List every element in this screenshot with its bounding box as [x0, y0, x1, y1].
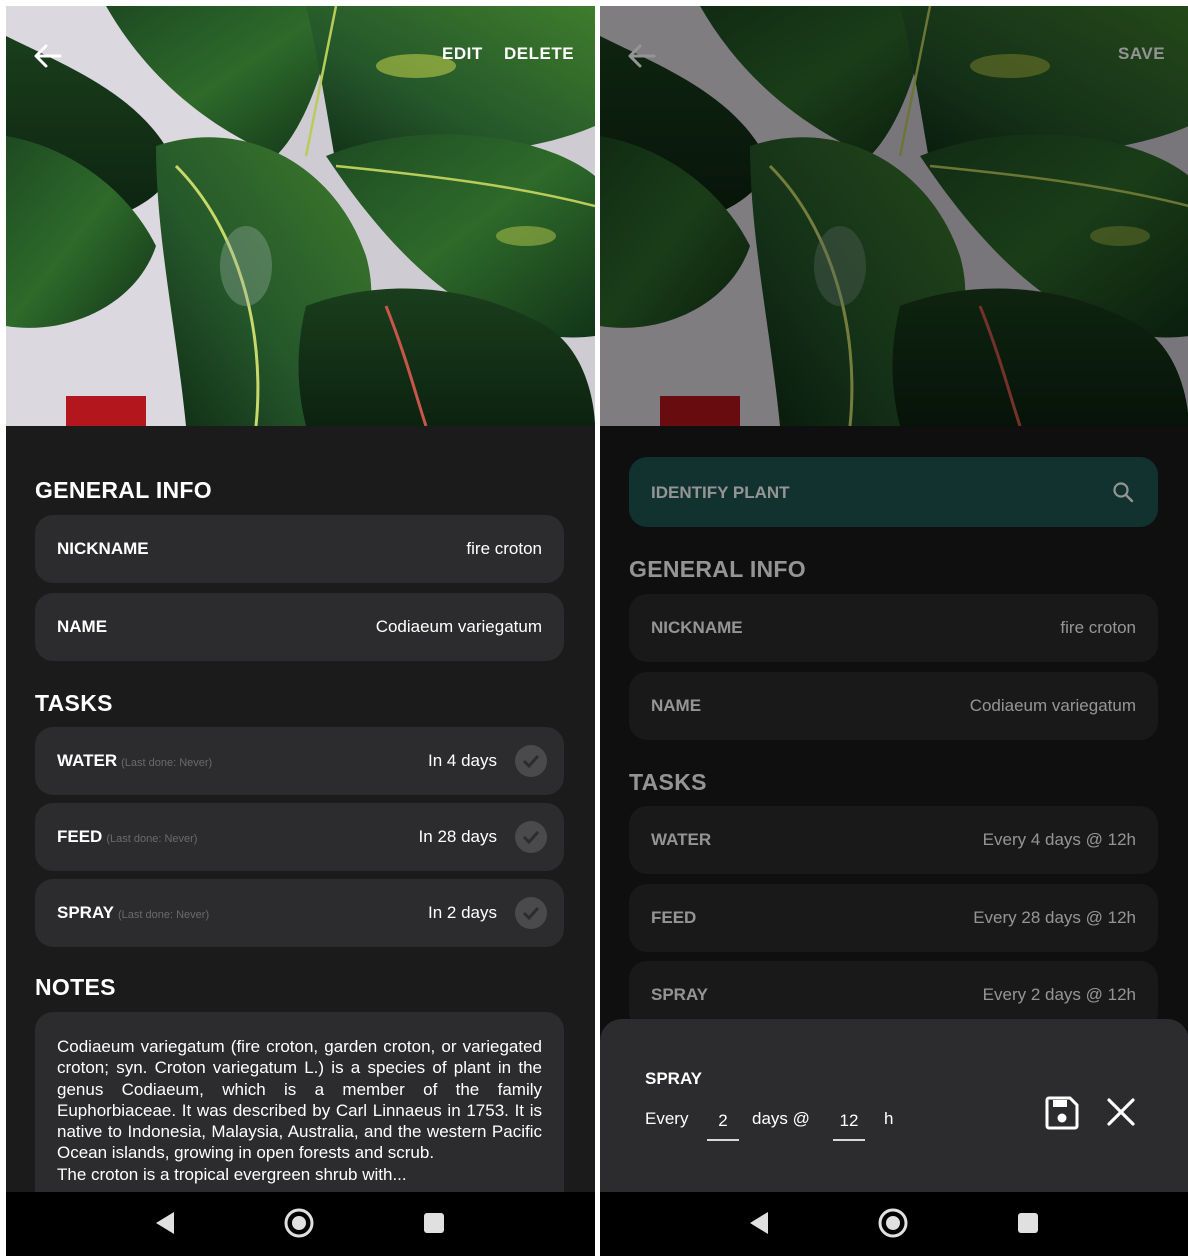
task-row-feed[interactable]: FEED (Last done: Never) In 28 days	[35, 803, 564, 871]
check-circle-icon[interactable]	[515, 745, 547, 777]
plant-edit-screen: SAVE IDENTIFY PLANT GENERAL INFO NICKNAM…	[600, 6, 1188, 1256]
delete-button[interactable]: DELETE	[504, 44, 574, 64]
task-label: SPRAY	[651, 985, 709, 1004]
nickname-label: NICKNAME	[651, 618, 743, 637]
nickname-row[interactable]: NICKNAME fire croton	[629, 594, 1158, 662]
check-circle-icon[interactable]	[515, 821, 547, 853]
nav-recents-icon[interactable]	[423, 1212, 445, 1239]
task-label: SPRAY	[57, 903, 115, 922]
floppy-disk-icon[interactable]	[1044, 1095, 1080, 1136]
hour-label: h	[884, 1109, 894, 1128]
notes-body-more: The croton is a tropical evergreen shrub…	[57, 1164, 407, 1184]
task-last-done: (Last done: Never)	[121, 757, 213, 769]
system-nav-bar	[6, 1192, 595, 1256]
name-label: NAME	[651, 696, 702, 715]
task-due: In 2 days	[428, 903, 497, 922]
edit-button[interactable]: EDIT	[442, 44, 483, 64]
task-label: WATER	[57, 751, 118, 770]
back-arrow-icon[interactable]	[624, 38, 660, 74]
days-input[interactable]: 2	[707, 1105, 739, 1141]
task-row-feed[interactable]: FEED Every 28 days @ 12h	[629, 884, 1158, 952]
task-row-water[interactable]: WATER Every 4 days @ 12h	[629, 806, 1158, 874]
nickname-row[interactable]: NICKNAME fire croton	[35, 515, 564, 583]
general-info-heading: GENERAL INFO	[629, 556, 806, 582]
nav-home-icon[interactable]	[878, 1208, 908, 1243]
name-value: Codiaeum variegatum	[969, 696, 1136, 715]
notes-heading: NOTES	[35, 974, 116, 1000]
name-row[interactable]: NAME Codiaeum variegatum	[35, 593, 564, 661]
nav-back-icon[interactable]	[748, 1210, 770, 1241]
task-label: FEED	[651, 908, 697, 927]
back-arrow-icon[interactable]	[30, 38, 66, 74]
task-row-spray[interactable]: SPRAY (Last done: Never) In 2 days	[35, 879, 564, 947]
hour-input[interactable]: 12	[833, 1105, 865, 1141]
name-value: Codiaeum variegatum	[375, 617, 542, 636]
nav-home-icon[interactable]	[284, 1208, 314, 1243]
search-icon	[1112, 481, 1134, 508]
check-circle-icon[interactable]	[515, 897, 547, 929]
days-at-label: days @	[752, 1109, 810, 1128]
top-bar: SAVE	[600, 6, 1188, 102]
nav-recents-icon[interactable]	[1017, 1212, 1039, 1239]
save-button[interactable]: SAVE	[1118, 44, 1165, 64]
identify-plant-button[interactable]: IDENTIFY PLANT	[629, 457, 1158, 527]
task-due: In 4 days	[428, 751, 497, 770]
task-last-done: (Last done: Never)	[106, 833, 198, 845]
task-label: WATER	[651, 830, 712, 849]
task-last-done: (Last done: Never)	[118, 909, 210, 921]
task-schedule: Every 28 days @ 12h	[973, 908, 1136, 927]
plant-detail-screen: EDIT DELETE GENERAL INFO NICKNAME fire c…	[6, 6, 595, 1256]
task-row-water[interactable]: WATER (Last done: Never) In 4 days	[35, 727, 564, 795]
top-bar: EDIT DELETE	[6, 6, 595, 102]
nav-back-icon[interactable]	[154, 1210, 176, 1241]
name-label: NAME	[57, 617, 108, 636]
notes-body: Codiaeum variegatum (fire croton, garden…	[57, 1037, 542, 1163]
task-schedule: Every 4 days @ 12h	[982, 830, 1136, 849]
task-edit-sheet: SPRAY Every 2 days @ 12 h	[600, 1019, 1188, 1192]
every-label: Every	[645, 1109, 689, 1128]
nickname-value: fire croton	[1060, 618, 1136, 637]
tasks-heading: TASKS	[629, 769, 707, 795]
tasks-heading: TASKS	[35, 690, 113, 716]
task-schedule: Every 2 days @ 12h	[982, 985, 1136, 1004]
general-info-heading: GENERAL INFO	[35, 477, 212, 503]
task-label: FEED	[57, 827, 103, 846]
system-nav-bar	[600, 1192, 1188, 1256]
nickname-value: fire croton	[466, 539, 542, 558]
task-due: In 28 days	[418, 827, 497, 846]
sheet-title: SPRAY	[645, 1069, 703, 1088]
close-icon[interactable]	[1106, 1097, 1136, 1132]
name-row[interactable]: NAME Codiaeum variegatum	[629, 672, 1158, 740]
identify-plant-label: IDENTIFY PLANT	[651, 483, 790, 502]
nickname-label: NICKNAME	[57, 539, 149, 558]
